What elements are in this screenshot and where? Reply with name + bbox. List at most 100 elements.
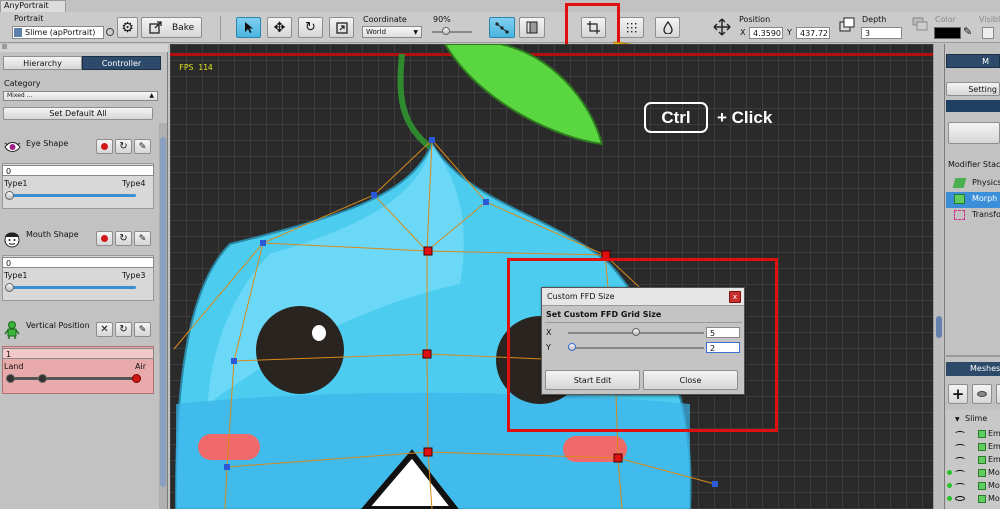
controller-slider-handle[interactable] [5,191,14,200]
viewport-scroll-thumb[interactable] [936,316,942,338]
edit-button[interactable]: ✎ [134,139,151,154]
right-selected-bar [946,100,1000,112]
mesh-item[interactable]: Mo [946,480,1000,492]
eye-hidden-icon[interactable] [955,457,965,462]
eye-hidden-icon[interactable] [955,483,965,488]
eye-hidden-icon[interactable] [955,470,965,475]
set-default-all-button[interactable]: Set Default All [3,107,153,120]
modifier-item[interactable]: Transfo [946,208,1000,224]
mesh-item[interactable]: Em [946,441,1000,453]
edit-button[interactable]: ✎ [134,322,151,337]
transform-icon [713,18,731,36]
remove-key-button[interactable]: ✕ [96,322,113,337]
ffd-x-slider[interactable] [568,328,704,337]
record-button[interactable] [96,231,113,246]
keyframe-handle-air[interactable] [132,374,141,383]
scale-icon [335,21,348,34]
viewport[interactable]: FPS 114 Ctrl + Click Custom FFD Size x S… [170,44,933,509]
start-edit-button[interactable]: Start Edit [545,370,640,390]
position-y-field[interactable]: 437.72 [796,27,830,39]
setting-button[interactable]: Setting [946,82,1000,96]
mesh-item[interactable]: Mo [946,493,1000,505]
reset-button[interactable]: ↻ [115,231,132,246]
mesh-label: Mo [988,468,1000,477]
color-swatch[interactable] [934,27,961,39]
depth-field[interactable]: 3 [861,27,902,39]
controller-slider-track[interactable] [8,194,136,197]
eye-hidden-icon[interactable] [955,444,965,449]
controller-value-field[interactable]: 0 [2,257,154,268]
settings-button[interactable]: ⚙ [117,17,138,38]
tab-controller[interactable]: Controller [82,56,161,70]
category-dropdown[interactable]: Mixed ... ▲ [3,91,158,101]
plus-icon: + [951,384,965,403]
controller-value-field[interactable]: 1 [2,348,154,359]
drop-icon [662,21,673,34]
tree-root-label[interactable]: Slime [965,414,987,423]
range-max-label: Type4 [122,179,146,188]
range-max-label: Type3 [122,271,146,280]
modifier-stack-label: Modifier Stack [948,160,1000,169]
dialog-close-icon[interactable]: x [729,291,741,303]
left-panel-scroll-thumb[interactable] [160,137,166,487]
rotate-tool-button[interactable]: ↻ [298,17,323,38]
add-mesh-button[interactable]: + [948,384,968,404]
dialog-subtitle: Set Custom FFD Grid Size [546,310,662,319]
position-x-field[interactable]: 4.3590 [749,27,783,39]
mesh-edit-mode-button[interactable] [489,17,515,38]
move-tool-button[interactable]: ✥ [267,17,292,38]
coordinate-dropdown[interactable]: World ▼ [362,26,422,38]
reset-button[interactable]: ↻ [115,322,132,337]
right-action-button[interactable] [948,122,1000,144]
ffd-y-slider-handle[interactable] [568,343,576,351]
edit-button[interactable]: ✎ [134,231,151,246]
keyframe-handle-land[interactable] [6,374,15,383]
mesh-item[interactable]: Mo [946,467,1000,479]
controller-mouth-shape: Mouth Shape ↻ ✎ 0 Type1 Type3 [0,226,158,304]
mesh-options-button[interactable] [972,384,992,404]
chevron-down-icon: ▼ [413,29,418,36]
zoom-slider[interactable] [432,27,472,36]
character-icon [4,321,20,339]
select-tool-button[interactable] [236,17,261,38]
modifier-item[interactable]: Physics [946,176,1000,192]
mesh-item[interactable]: Em [946,454,1000,466]
dotted-grid-icon [626,22,636,32]
viewport-scrollbar[interactable] [933,44,943,509]
modifier-item-selected[interactable]: Morph ( [946,192,1000,208]
left-panel-scrollbar[interactable] [159,123,167,509]
visible-checkbox[interactable] [982,27,994,39]
reset-button[interactable]: ↻ [115,139,132,154]
custom-ffd-dialog: Custom FFD Size x Set Custom FFD Grid Si… [541,287,745,395]
scale-tool-button[interactable] [329,17,354,38]
controller-slider-track[interactable] [10,377,138,380]
mesh-extra-button[interactable] [996,384,1000,404]
object-picker-icon[interactable] [106,28,114,36]
ffd-y-input[interactable]: 2 [706,342,740,353]
right-tab-main[interactable]: M [946,54,1000,68]
controller-value-field[interactable]: 0 [2,165,154,176]
bake-button[interactable]: Bake [141,17,202,38]
dialog-close-button[interactable]: Close [643,370,738,390]
controller-slider-handle[interactable] [5,283,14,292]
eye-visible-icon[interactable] [955,496,965,501]
dialog-titlebar[interactable]: Custom FFD Size x [542,288,744,306]
mesh-item[interactable]: Em [946,428,1000,440]
zoom-slider-handle[interactable] [441,27,450,35]
onion-skin-button[interactable] [519,17,545,38]
record-button[interactable] [96,139,113,154]
left-panel-dock-icon [2,44,7,49]
tab-hierarchy[interactable]: Hierarchy [3,56,82,70]
ffd-x-slider-handle[interactable] [632,328,640,336]
rotate-icon: ↻ [305,20,316,35]
window-tab[interactable]: AnyPortrait [0,0,66,12]
keyframe-handle-mid[interactable] [38,374,47,383]
left-panel-top-strip [0,44,168,52]
portrait-field[interactable]: Slime (apPortrait) [12,26,104,39]
eyedropper-icon[interactable]: ✎ [963,25,972,38]
controller-slider-track[interactable] [8,286,136,289]
gear-icon: ⚙ [121,19,134,36]
eye-hidden-icon[interactable] [955,431,965,436]
ffd-y-slider[interactable] [568,343,704,352]
ffd-x-input[interactable]: 5 [706,327,740,338]
